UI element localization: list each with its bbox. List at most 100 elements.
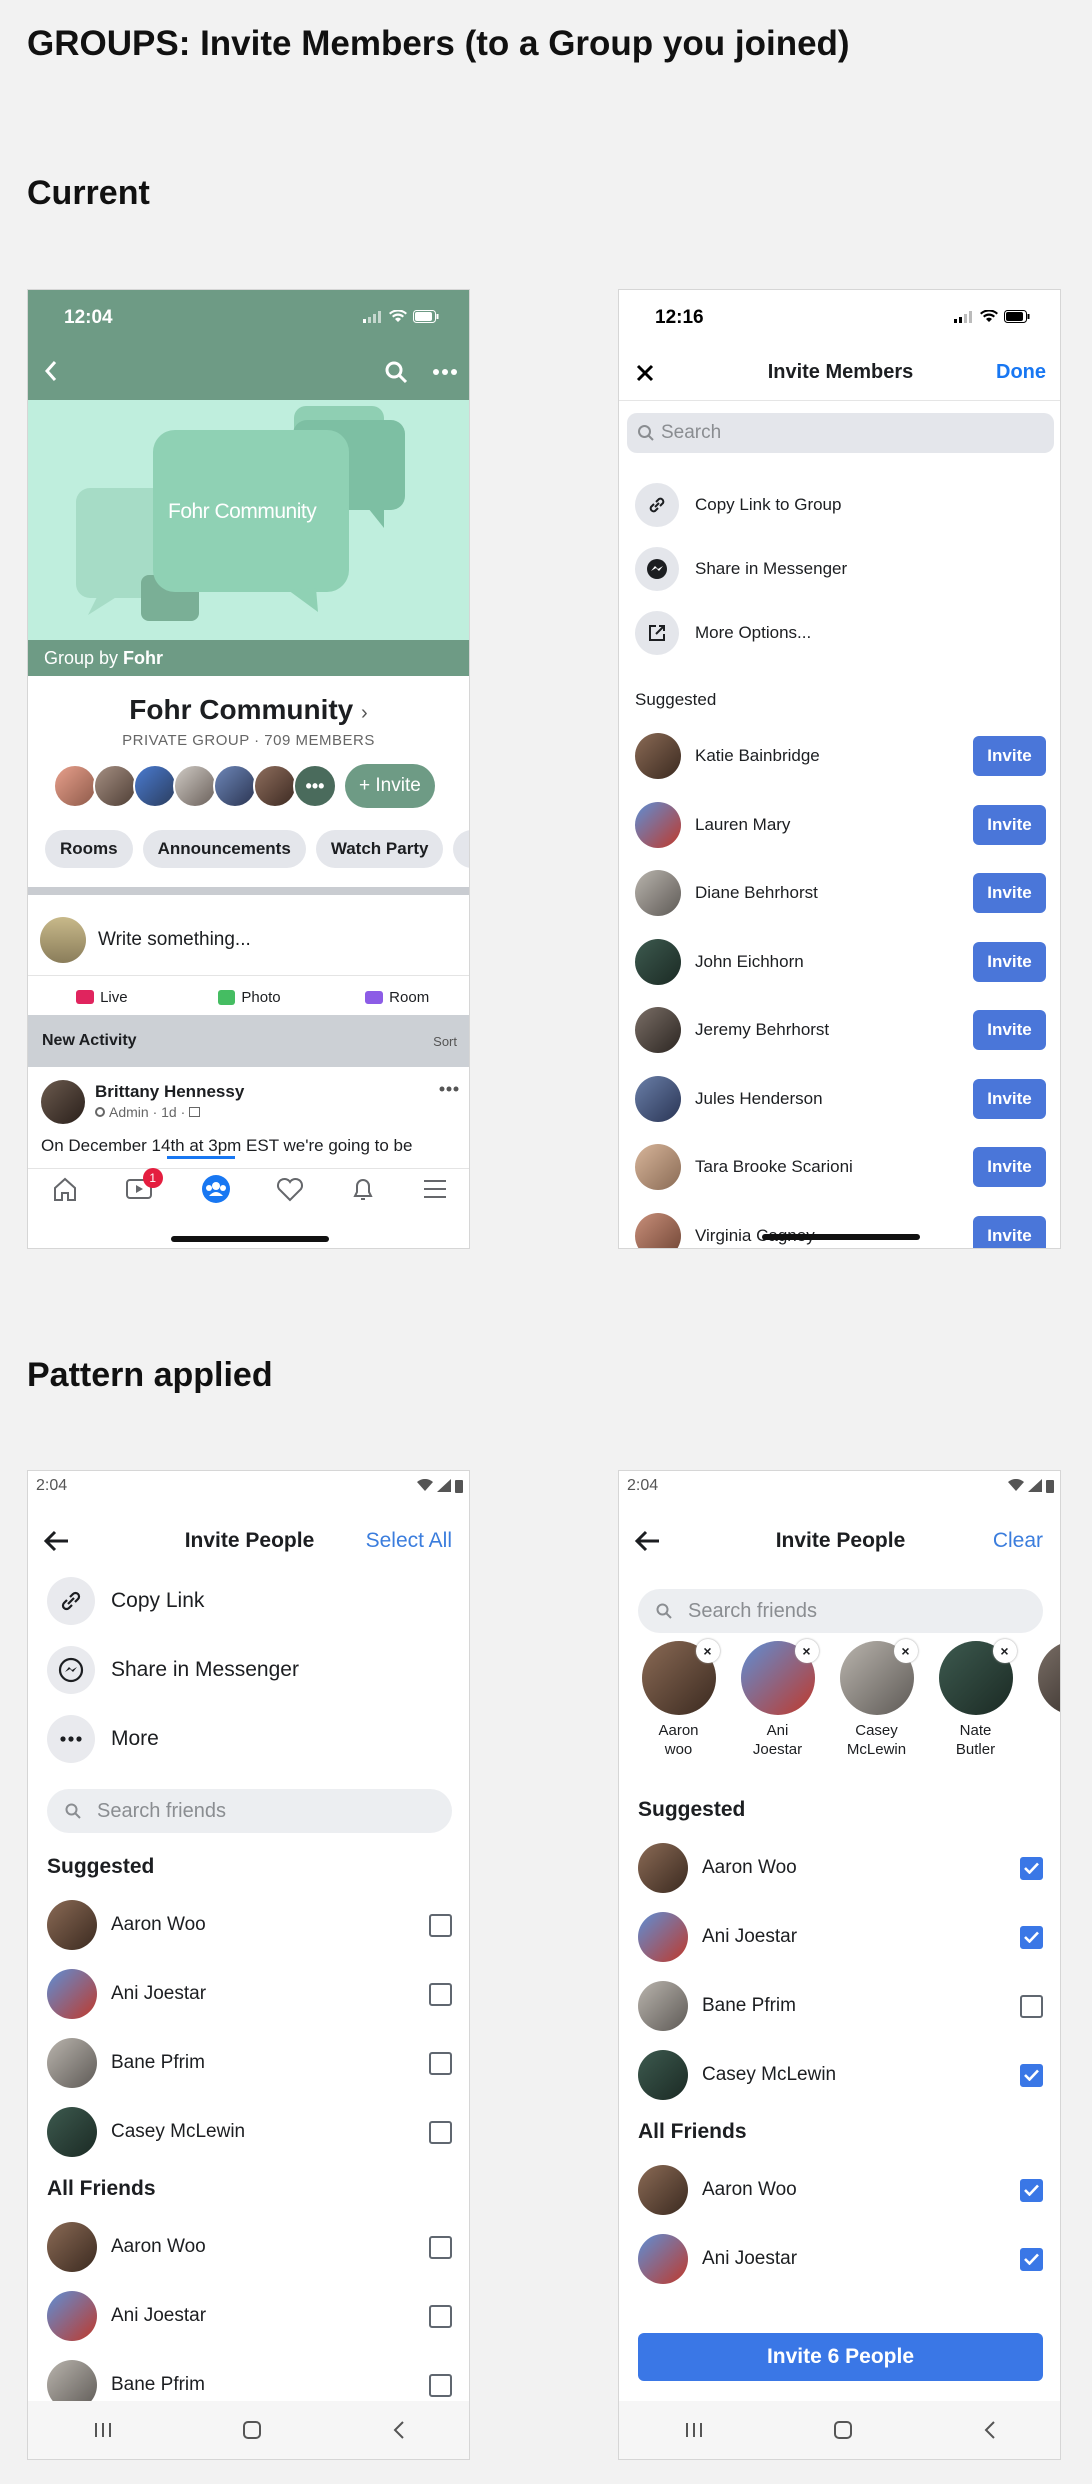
remove-icon[interactable]: × bbox=[893, 1639, 918, 1663]
friend-checkbox[interactable] bbox=[1020, 2178, 1043, 2202]
close-icon[interactable] bbox=[635, 363, 655, 383]
back-icon[interactable] bbox=[44, 360, 58, 382]
author-avatar[interactable] bbox=[41, 1080, 85, 1124]
bell-icon[interactable] bbox=[350, 1175, 376, 1203]
more-icon[interactable] bbox=[433, 368, 457, 376]
recent-apps-icon[interactable] bbox=[684, 2421, 704, 2439]
remove-icon[interactable]: × bbox=[794, 1639, 819, 1663]
invite-people-button[interactable]: Invite 6 People bbox=[638, 2333, 1043, 2381]
copy-link-option[interactable]: Copy Link bbox=[47, 1577, 204, 1625]
friend-row[interactable]: Bane Pfrim bbox=[47, 2037, 452, 2089]
person-name[interactable]: Jules Henderson bbox=[695, 1089, 973, 1109]
groups-tab[interactable] bbox=[166, 1155, 235, 1204]
person-name[interactable]: Lauren Mary bbox=[695, 815, 973, 835]
friend-row[interactable]: Bane Pfrim bbox=[638, 1980, 1043, 2032]
friend-row[interactable]: Casey McLewin bbox=[638, 2049, 1043, 2101]
selected-friend[interactable]: × Nate Butler bbox=[926, 1639, 1025, 1759]
invite-button[interactable]: Invite bbox=[973, 873, 1046, 913]
group-name[interactable]: Fohr Community › bbox=[28, 694, 469, 726]
invite-button[interactable]: Invite bbox=[973, 1147, 1046, 1187]
home-icon[interactable] bbox=[51, 1175, 79, 1203]
menu-icon[interactable] bbox=[422, 1178, 448, 1200]
post-author[interactable]: Brittany Hennessy bbox=[95, 1082, 244, 1102]
home-button-icon[interactable] bbox=[242, 2420, 262, 2440]
friend-checkbox[interactable] bbox=[429, 1913, 452, 1937]
group-owner[interactable]: Fohr bbox=[123, 648, 163, 668]
person-name[interactable]: Katie Bainbridge bbox=[695, 746, 973, 766]
search-input[interactable]: Search bbox=[627, 413, 1054, 453]
friend-row[interactable]: Ani Joestar bbox=[638, 1911, 1043, 1963]
tab-chip[interactable]: Pl bbox=[453, 830, 469, 868]
friend-checkbox[interactable] bbox=[429, 2051, 452, 2075]
friend-row[interactable]: Aaron Woo bbox=[638, 2164, 1043, 2216]
person-name[interactable]: Jeremy Behrhorst bbox=[695, 1020, 973, 1040]
select-all-button[interactable]: Select All bbox=[366, 1529, 452, 1553]
search-friends-input[interactable]: Search friends bbox=[638, 1589, 1043, 1633]
friend-row[interactable]: Casey McLewin bbox=[47, 2106, 452, 2158]
friend-checkbox[interactable] bbox=[429, 2304, 452, 2328]
more-members-icon[interactable]: ••• bbox=[293, 764, 337, 808]
copy-link-option[interactable]: Copy Link to Group bbox=[635, 483, 841, 527]
share-messenger-option[interactable]: Share in Messenger bbox=[635, 547, 847, 591]
done-button[interactable]: Done bbox=[996, 361, 1046, 384]
back-nav-icon[interactable] bbox=[983, 2420, 997, 2440]
post-more-icon[interactable] bbox=[439, 1086, 459, 1092]
live-button[interactable]: Live bbox=[28, 976, 176, 1018]
friend-checkbox[interactable] bbox=[1020, 2063, 1043, 2087]
search-icon[interactable] bbox=[384, 360, 408, 384]
more-options-option[interactable]: More Options... bbox=[635, 611, 811, 655]
friend-checkbox[interactable] bbox=[1020, 1925, 1043, 1949]
sort-button[interactable]: Sort bbox=[433, 1034, 457, 1049]
person-avatar[interactable] bbox=[635, 1144, 681, 1190]
friend-row[interactable]: Aaron Woo bbox=[638, 1842, 1043, 1894]
friend-row[interactable]: Ani Joestar bbox=[638, 2233, 1043, 2285]
friend-checkbox[interactable] bbox=[429, 2235, 452, 2259]
person-avatar[interactable] bbox=[635, 1212, 681, 1248]
recent-apps-icon[interactable] bbox=[93, 2421, 113, 2439]
clear-button[interactable]: Clear bbox=[993, 1529, 1043, 1553]
search-friends-input[interactable]: Search friends bbox=[47, 1789, 452, 1833]
friend-row[interactable]: Ani Joestar bbox=[47, 1968, 452, 2020]
invite-button[interactable]: Invite bbox=[973, 736, 1046, 776]
invite-button[interactable]: + Invite bbox=[345, 764, 435, 808]
friend-checkbox[interactable] bbox=[429, 2120, 452, 2144]
friend-checkbox[interactable] bbox=[1020, 1856, 1043, 1880]
person-name[interactable]: Tara Brooke Scarioni bbox=[695, 1157, 973, 1177]
invite-button[interactable]: Invite bbox=[973, 1215, 1046, 1248]
selected-friend[interactable]: × Aaron woo bbox=[629, 1639, 728, 1759]
person-avatar[interactable] bbox=[635, 938, 681, 985]
invite-button[interactable]: Invite bbox=[973, 941, 1046, 982]
person-avatar[interactable] bbox=[635, 870, 681, 916]
tab-chip[interactable]: Watch Party bbox=[315, 830, 444, 868]
person-avatar[interactable] bbox=[635, 801, 681, 848]
more-option[interactable]: More bbox=[47, 1715, 159, 1763]
back-nav-icon[interactable] bbox=[392, 2420, 406, 2440]
friend-row[interactable]: Aaron Woo bbox=[47, 1899, 452, 1951]
photo-button[interactable]: Photo bbox=[176, 976, 324, 1018]
friend-checkbox[interactable] bbox=[1020, 1994, 1043, 2018]
person-name[interactable]: John Eichhorn bbox=[695, 952, 973, 972]
invite-button[interactable]: Invite bbox=[973, 1078, 1046, 1119]
friend-row[interactable]: Ani Joestar bbox=[47, 2290, 452, 2342]
member-avatars[interactable]: ••• + Invite bbox=[53, 764, 435, 808]
invite-button[interactable]: Invite bbox=[973, 804, 1046, 845]
tab-chip[interactable]: Rooms bbox=[45, 830, 133, 868]
share-messenger-option[interactable]: Share in Messenger bbox=[47, 1646, 299, 1694]
heart-icon[interactable] bbox=[276, 1176, 304, 1202]
remove-icon[interactable]: × bbox=[695, 1639, 720, 1663]
person-avatar[interactable] bbox=[635, 733, 681, 779]
person-avatar[interactable] bbox=[635, 1075, 681, 1122]
friend-checkbox[interactable] bbox=[429, 1982, 452, 2006]
watch-tab[interactable]: 1 bbox=[125, 1167, 163, 1202]
friend-checkbox[interactable] bbox=[429, 2373, 452, 2397]
person-name[interactable]: Diane Behrhorst bbox=[695, 883, 973, 903]
tab-chip[interactable]: Announcements bbox=[142, 830, 306, 868]
friend-checkbox[interactable] bbox=[1020, 2247, 1043, 2271]
friend-row[interactable]: Aaron Woo bbox=[47, 2221, 452, 2273]
composer[interactable]: Write something... bbox=[28, 905, 469, 975]
selected-friend[interactable]: × Ani Joestar bbox=[728, 1639, 827, 1759]
invite-button[interactable]: Invite bbox=[973, 1010, 1046, 1050]
selected-friend[interactable]: ×ZePf bbox=[1025, 1641, 1060, 1759]
remove-icon[interactable]: × bbox=[992, 1639, 1017, 1663]
room-button[interactable]: Room bbox=[323, 976, 469, 1018]
